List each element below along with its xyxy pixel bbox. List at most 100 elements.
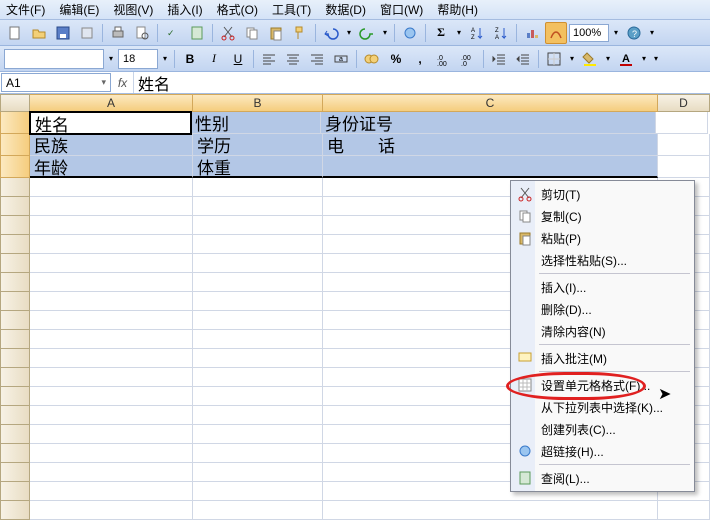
cell[interactable]	[30, 178, 193, 197]
borders-icon[interactable]	[543, 48, 565, 70]
cell-D1[interactable]	[656, 112, 708, 134]
cell[interactable]	[30, 425, 193, 444]
cell[interactable]	[193, 292, 323, 311]
chart-icon[interactable]	[521, 22, 543, 44]
cell-C3[interactable]	[323, 156, 658, 178]
cell[interactable]	[193, 178, 323, 197]
ctx-paste[interactable]: 粘贴(P)	[513, 227, 692, 249]
toolbar-options-dropdown[interactable]: ▾	[647, 24, 657, 42]
italic-icon[interactable]: I	[203, 48, 225, 70]
borders-dropdown[interactable]: ▾	[567, 50, 577, 68]
align-left-icon[interactable]	[258, 48, 280, 70]
sort-asc-icon[interactable]: AZ	[466, 22, 488, 44]
font-color-icon[interactable]: A	[615, 48, 637, 70]
cell[interactable]	[30, 216, 193, 235]
format-painter-icon[interactable]	[289, 22, 311, 44]
zoom-dropdown[interactable]: ▾	[611, 24, 621, 42]
cell[interactable]	[193, 235, 323, 254]
ctx-cut[interactable]: 剪切(T)	[513, 183, 692, 205]
percent-icon[interactable]: %	[385, 48, 407, 70]
font-size-select[interactable]	[118, 49, 158, 69]
cell[interactable]	[323, 501, 658, 520]
copy-icon[interactable]	[241, 22, 263, 44]
cell[interactable]	[30, 349, 193, 368]
row-header[interactable]	[0, 463, 30, 482]
cell[interactable]	[30, 482, 193, 501]
align-center-icon[interactable]	[282, 48, 304, 70]
menu-help[interactable]: 帮助(H)	[437, 1, 478, 18]
hyperlink-icon[interactable]	[399, 22, 421, 44]
print-icon[interactable]	[107, 22, 129, 44]
cell[interactable]	[193, 482, 323, 501]
row-header[interactable]	[0, 254, 30, 273]
row-header[interactable]	[0, 349, 30, 368]
row-header-1[interactable]	[0, 112, 30, 134]
bold-icon[interactable]: B	[179, 48, 201, 70]
cell[interactable]	[193, 330, 323, 349]
cell[interactable]	[30, 197, 193, 216]
ctx-hyperlink[interactable]: 超链接(H)...	[513, 440, 692, 462]
undo-icon[interactable]	[320, 22, 342, 44]
align-right-icon[interactable]	[306, 48, 328, 70]
cell-D3[interactable]	[658, 156, 710, 178]
cell[interactable]	[30, 463, 193, 482]
menu-format[interactable]: 格式(O)	[217, 1, 258, 18]
increase-decimal-icon[interactable]: .0.00	[433, 48, 455, 70]
cell[interactable]	[193, 216, 323, 235]
cell-C2[interactable]: 电 话	[323, 134, 658, 156]
decrease-indent-icon[interactable]	[488, 48, 510, 70]
row-header[interactable]	[0, 482, 30, 501]
fill-color-icon[interactable]	[579, 48, 601, 70]
row-header[interactable]	[0, 444, 30, 463]
name-box-dropdown-icon[interactable]: ▾	[101, 77, 106, 88]
cell[interactable]	[30, 387, 193, 406]
ctx-pick-list[interactable]: 从下拉列表中选择(K)...	[513, 396, 692, 418]
cell[interactable]	[193, 273, 323, 292]
menu-window[interactable]: 窗口(W)	[380, 1, 423, 18]
save-icon[interactable]	[52, 22, 74, 44]
cell[interactable]	[30, 330, 193, 349]
cell[interactable]	[30, 406, 193, 425]
row-header[interactable]	[0, 406, 30, 425]
row-header-3[interactable]	[0, 156, 30, 178]
fmt-toolbar-options-dropdown[interactable]: ▾	[651, 50, 661, 68]
research-icon[interactable]	[186, 22, 208, 44]
menu-tools[interactable]: 工具(T)	[272, 1, 311, 18]
menu-file[interactable]: 文件(F)	[6, 1, 45, 18]
cell[interactable]	[193, 368, 323, 387]
ctx-insert[interactable]: 插入(I)...	[513, 276, 692, 298]
underline-icon[interactable]: U	[227, 48, 249, 70]
ctx-copy[interactable]: 复制(C)	[513, 205, 692, 227]
redo-dropdown[interactable]: ▾	[380, 24, 390, 42]
font-color-dropdown[interactable]: ▾	[639, 50, 649, 68]
row-header[interactable]	[0, 425, 30, 444]
paste-icon[interactable]	[265, 22, 287, 44]
formula-value[interactable]: 姓名	[134, 72, 710, 93]
spelling-icon[interactable]: ✓	[162, 22, 184, 44]
menu-view[interactable]: 视图(V)	[113, 1, 153, 18]
name-box[interactable]: A1 ▾	[1, 73, 111, 92]
ctx-paste-special[interactable]: 选择性粘贴(S)...	[513, 249, 692, 271]
row-header[interactable]	[0, 501, 30, 520]
font-name-select[interactable]	[4, 49, 104, 69]
ctx-lookup[interactable]: 查阅(L)...	[513, 467, 692, 489]
row-header[interactable]	[0, 178, 30, 197]
redo-icon[interactable]	[356, 22, 378, 44]
select-all-corner[interactable]	[0, 94, 30, 112]
merge-center-icon[interactable]: a	[330, 48, 352, 70]
cell[interactable]	[193, 311, 323, 330]
autosum-dropdown[interactable]: ▾	[454, 24, 464, 42]
cell[interactable]	[30, 254, 193, 273]
row-header[interactable]	[0, 330, 30, 349]
font-name-dropdown[interactable]: ▾	[106, 50, 116, 68]
comma-icon[interactable]: ,	[409, 48, 431, 70]
ctx-clear[interactable]: 清除内容(N)	[513, 320, 692, 342]
menu-data[interactable]: 数据(D)	[325, 1, 366, 18]
cell[interactable]	[30, 368, 193, 387]
cell[interactable]	[193, 197, 323, 216]
autosum-icon[interactable]: Σ	[430, 22, 452, 44]
font-size-dropdown[interactable]: ▾	[160, 50, 170, 68]
ctx-delete[interactable]: 删除(D)...	[513, 298, 692, 320]
cut-icon[interactable]	[217, 22, 239, 44]
cell[interactable]	[193, 501, 323, 520]
